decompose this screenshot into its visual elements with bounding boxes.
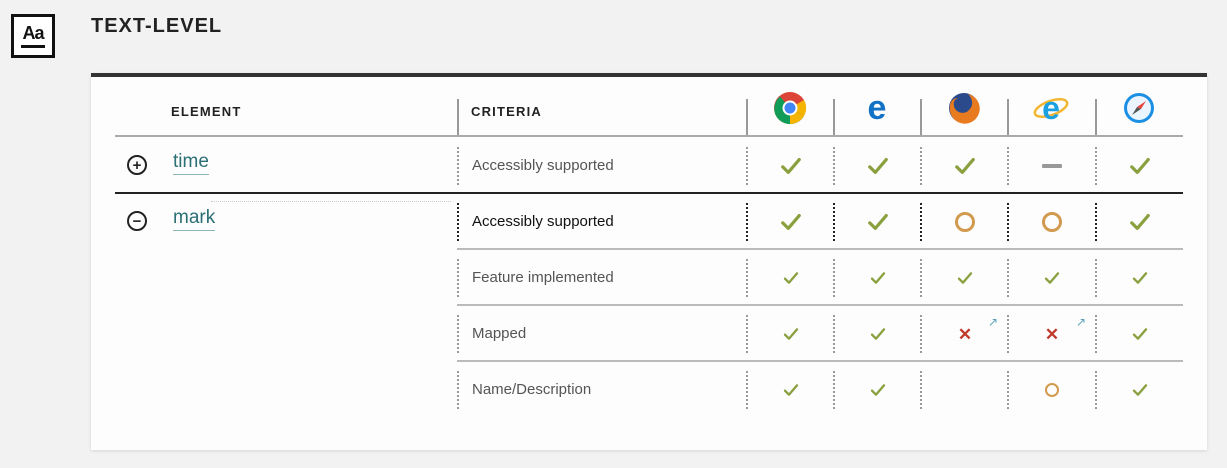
collapse-toggle[interactable]: − [127,211,147,231]
criteria-separator [457,248,1183,250]
support-cell [748,151,834,181]
element-link-mark[interactable]: mark [173,207,216,231]
support-cell [748,263,834,293]
support-cell [1097,151,1183,181]
check-icon [868,157,888,175]
firefox-icon [949,93,980,124]
check-icon [868,213,888,231]
check-icon [1132,384,1148,396]
header-divider [833,99,835,135]
external-link-icon[interactable]: ↗ [988,315,998,329]
partial-icon [1045,383,1059,397]
cross-icon: ✕ [957,324,973,344]
support-cell [922,151,1008,181]
support-cell-empty [922,375,1008,405]
check-icon [781,213,801,231]
criteria-divider [457,147,459,185]
header-rule [115,135,1183,137]
support-cell [1009,375,1095,405]
criteria-divider [457,371,459,409]
support-cell [922,263,1008,293]
support-cell [1009,151,1095,181]
safari-icon [1124,93,1154,123]
support-cell [922,207,1008,237]
check-icon [783,272,799,284]
check-icon [870,272,886,284]
dash-icon [1042,164,1062,168]
header-criteria: CRITERIA [471,104,542,119]
text-level-logo: Aa [11,14,55,58]
check-icon [1132,272,1148,284]
expand-toggle[interactable]: + [127,155,147,175]
section-title: TEXT-LEVEL [91,15,223,37]
row-dots [211,201,451,202]
support-cell [835,207,921,237]
check-icon [1130,213,1150,231]
support-cell [748,207,834,237]
header-divider [457,99,459,135]
check-icon [870,328,886,340]
header-divider [746,99,748,135]
header-divider [1007,99,1009,135]
partial-icon [955,212,975,232]
criteria-label: Accessibly supported [472,157,614,174]
chrome-icon [774,92,807,125]
support-cell [748,319,834,349]
support-cell [1097,375,1183,405]
check-icon [783,384,799,396]
check-icon [781,157,801,175]
header-divider [920,99,922,135]
check-icon [1130,157,1150,175]
svg-text:e: e [1042,90,1060,126]
svg-text:e: e [868,90,887,126]
logo-text: Aa [22,23,44,43]
external-link-icon[interactable]: ↗ [1076,315,1086,329]
minus-icon: − [132,212,142,230]
support-cell [835,375,921,405]
edge-icon: e [868,90,887,126]
support-cell [835,319,921,349]
criteria-label: Mapped [472,325,527,342]
partial-icon [1042,212,1062,232]
criteria-separator [457,360,1183,362]
check-icon [955,157,975,175]
cross-icon: ✕ [1044,324,1060,344]
element-separator [115,192,1183,194]
criteria-label: Feature implemented [472,269,614,286]
plus-icon: + [132,156,142,174]
check-icon [783,328,799,340]
criteria-divider [457,203,459,241]
logo-underline [21,45,45,48]
check-icon [870,384,886,396]
support-cell [1009,263,1095,293]
check-icon [1132,328,1148,340]
support-cell [748,375,834,405]
ie-icon: e [1033,90,1069,126]
criteria-label: Name/Description [472,381,592,398]
support-table: ELEMENT CRITERIA e e + time Accessibly s… [91,73,1207,450]
support-cell [835,151,921,181]
check-icon [957,272,973,284]
criteria-divider [457,259,459,297]
criteria-divider [457,315,459,353]
header-divider [1095,99,1097,135]
support-cell [1097,263,1183,293]
support-cell [1097,207,1183,237]
header-element: ELEMENT [171,104,242,119]
criteria-label: Accessibly supported [472,213,614,230]
element-link-time[interactable]: time [173,151,209,175]
support-cell [1097,319,1183,349]
criteria-separator [457,304,1183,306]
support-cell [1009,207,1095,237]
check-icon [1044,272,1060,284]
support-cell [835,263,921,293]
